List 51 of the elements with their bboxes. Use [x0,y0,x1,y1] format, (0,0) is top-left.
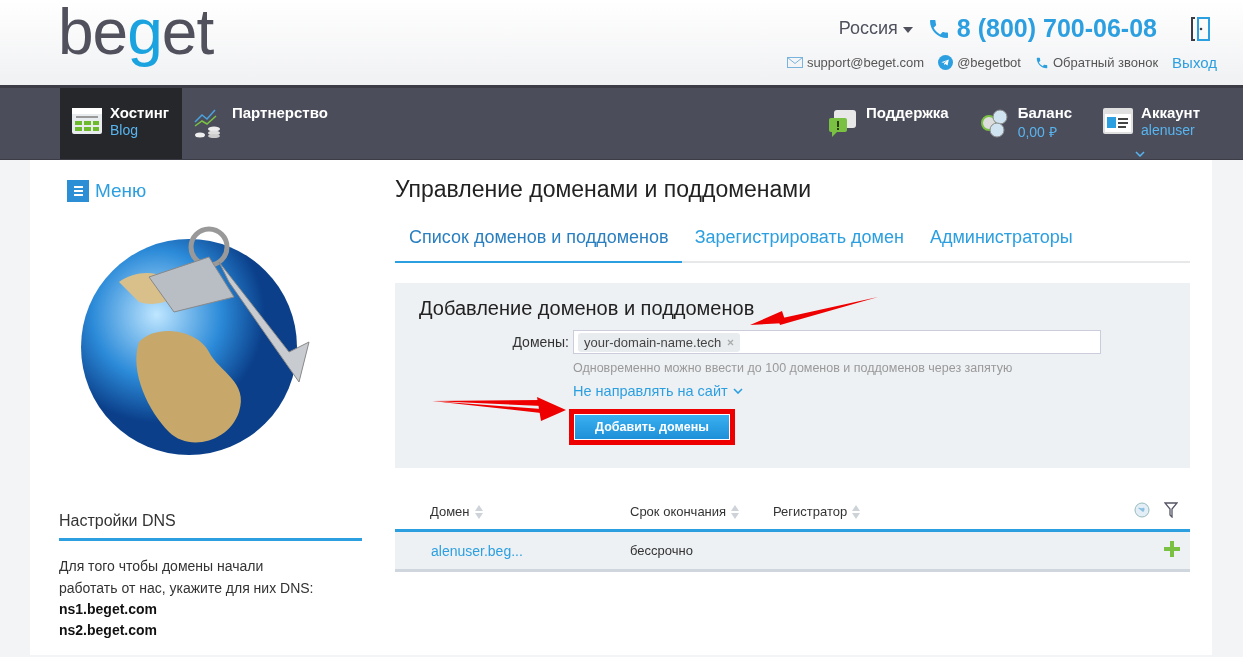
sort-icon[interactable] [730,503,741,520]
form-heading: Добавление доменов и поддоменов [419,297,755,320]
chevron-down-icon[interactable] [1135,151,1146,157]
dns-heading: Настройки DNS [59,512,362,541]
column-header[interactable]: Домен [430,503,484,520]
tag-label: your-domain-name.tech [584,334,722,350]
contact-link[interactable]: support@beget.com [806,55,925,70]
browser-window-icon [72,108,102,134]
nav-label[interactable]: Хостинг [110,104,169,121]
telegram-icon [938,55,954,70]
tab[interactable]: Список доменов и поддоменов [395,221,682,263]
envelope-icon [786,57,803,68]
plus-icon[interactable] [1164,541,1180,557]
contact-link[interactable]: @begetbot [957,55,1021,70]
nav-label[interactable]: Партнерство [232,104,328,121]
chevron-down-icon[interactable] [732,388,743,394]
caret-down-icon[interactable] [902,26,913,34]
nav-sublabel[interactable]: Blog [110,122,169,138]
logout-door-icon[interactable] [1191,15,1211,42]
field-hint: Одновременно можно ввести до 100 доменов и поддоменов через запятую [573,361,1014,375]
menu-icon[interactable] [67,180,89,202]
nav-item[interactable]: Поддержка [810,88,962,159]
nav-item[interactable]: Баланс 0,00 ₽ [961,88,1086,159]
nav-label[interactable]: Баланс [1017,104,1073,121]
chat-bubbles-icon [828,108,859,138]
id-card-icon [1103,108,1134,134]
globe-icon[interactable] [1134,502,1150,518]
domains-input-field[interactable]: your-domain-name.tech [573,330,1101,354]
coins-icon [979,108,1010,138]
sort-icon[interactable] [851,503,862,520]
nav-sublabel[interactable]: alenuser [1141,122,1200,138]
phone-icon [1034,55,1049,70]
filter-icon[interactable] [1164,502,1178,518]
nameserver: ns1.beget.com [59,600,159,619]
nav-item[interactable]: Партнерство [182,88,341,159]
dns-instructions: Для того чтобы домены начали работать от нас, укажите для них DNS: [59,557,315,598]
sort-icon[interactable] [473,503,484,520]
nav-label[interactable]: Поддержка [866,104,949,121]
column-header[interactable]: Регистратор [773,503,862,520]
column-header[interactable]: Срок окончания [630,503,741,520]
field-label: Домены: [511,334,569,350]
nav-label[interactable]: Аккаунт [1141,104,1200,121]
remove-tag-icon[interactable] [727,338,735,346]
table-cell: бессрочно [630,530,773,571]
page-title: Управление доменами и поддоменами [395,176,812,203]
region-dropdown[interactable]: Россия [838,18,913,39]
contact-link[interactable]: Обратный звонок [1052,55,1159,70]
nameserver: ns2.beget.com [59,621,159,640]
nav-sublabel[interactable]: 0,00 ₽ [1017,122,1073,141]
nav-item[interactable]: Аккаунт alenuser [1085,88,1213,159]
nav-item[interactable]: Хостинг Blog [60,88,182,159]
